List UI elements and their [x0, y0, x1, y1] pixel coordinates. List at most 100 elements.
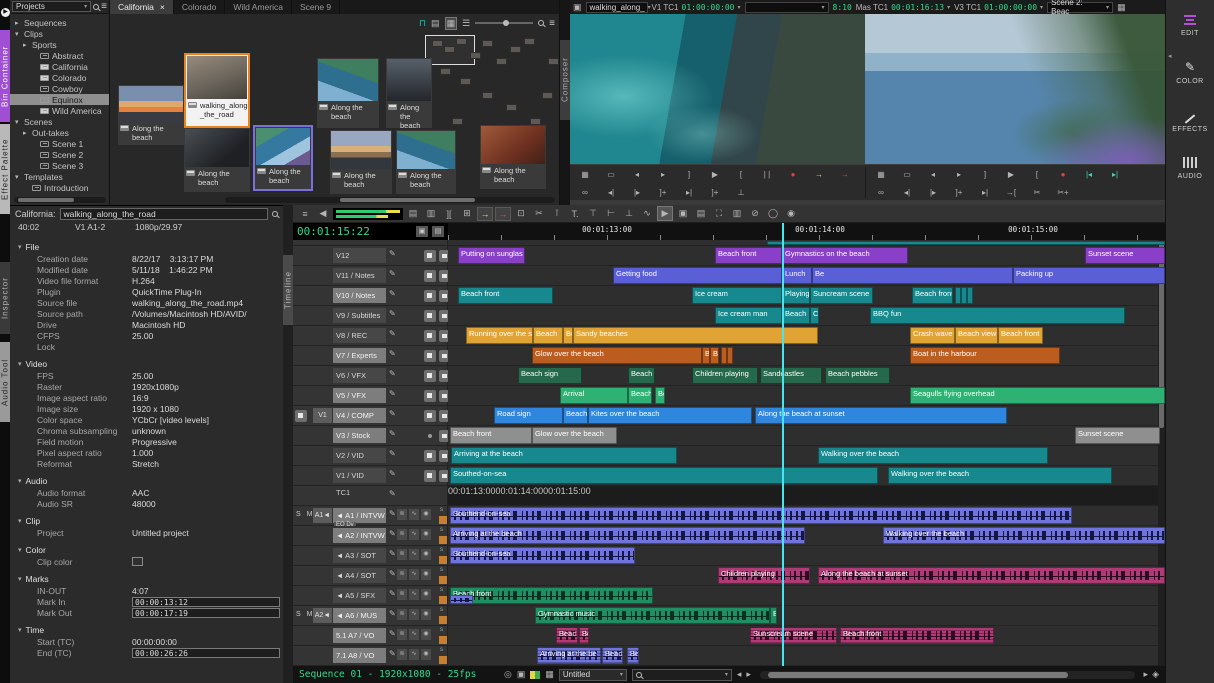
track-select-button[interactable]: V10 / Notes — [333, 288, 386, 303]
pencil-icon[interactable]: ✎ — [389, 389, 396, 398]
gear-button[interactable]: ◉ — [421, 609, 431, 620]
track-lane-a8[interactable]: Arriving at the beBeacBe — [448, 646, 1165, 665]
bin-tab-california[interactable]: California× — [110, 0, 174, 14]
pencil-icon[interactable]: ✎ — [389, 589, 396, 598]
timeline-clip[interactable]: Beach — [563, 407, 588, 424]
fullscreen-icon[interactable]: ▭ — [598, 170, 624, 179]
solo-indicator[interactable]: s — [440, 647, 443, 653]
timeline-clip[interactable]: Packing up — [1013, 267, 1165, 284]
waveform-button[interactable]: ≋ — [397, 509, 407, 520]
timeline-clip[interactable]: Gymnastics on the beach — [782, 247, 908, 264]
pencil-icon[interactable]: ✎ — [389, 429, 396, 438]
record-enable-button[interactable] — [424, 350, 436, 362]
splice-in-icon[interactable]: ][ — [441, 208, 457, 220]
gear-button[interactable]: ◉ — [421, 569, 431, 580]
tree-item-colorado[interactable]: Colorado — [10, 72, 109, 83]
solo-indicator[interactable]: s — [440, 587, 443, 593]
back-frame-icon[interactable]: ◂| — [894, 188, 920, 197]
timeline-clip[interactable]: Gymnastic music — [535, 607, 770, 624]
automation-button[interactable]: ∿ — [409, 549, 419, 560]
pencil-icon[interactable]: ✎ — [389, 369, 396, 378]
step-fwd-icon[interactable]: ▸ — [946, 170, 972, 179]
track-header-vtop[interactable] — [293, 240, 448, 245]
search-icon[interactable] — [272, 211, 278, 217]
track-select-button[interactable]: V1 / VID — [333, 468, 386, 483]
timeline-clip[interactable]: Putting on sunglas — [458, 247, 525, 264]
timeline-clip[interactable]: Arrival — [560, 387, 628, 404]
step-back-icon[interactable]: ◂ — [920, 170, 946, 179]
pointer-tool-icon[interactable]: ▶ — [657, 206, 673, 221]
waveform-button[interactable]: ≋ — [397, 649, 407, 660]
trim-tool-icon[interactable]: ⊺ — [549, 207, 565, 220]
timecode-input[interactable]: 00:00:17:19 — [132, 608, 280, 618]
tree-item-templates[interactable]: ▾Templates — [10, 171, 109, 182]
grid-icon[interactable]: ▦ — [572, 170, 598, 179]
waveform-button[interactable]: ≋ — [397, 609, 407, 620]
track-header-v5[interactable]: V5 / VFX✎ — [293, 386, 448, 405]
mute-indicator[interactable] — [439, 516, 447, 524]
automation-button[interactable]: ∿ — [409, 609, 419, 620]
track-lane-a3[interactable]: Southend-on-sea — [448, 546, 1165, 565]
timeline-clip[interactable]: Be — [812, 267, 1013, 284]
track-select-button[interactable]: V4 / COMP — [333, 408, 386, 423]
track-header-a6[interactable]: S MA2◄◄ A6 / MUS✎≋∿◉s — [293, 606, 448, 625]
mute-indicator[interactable] — [439, 656, 447, 664]
track-header-a5[interactable]: ◄ A5 / SFX✎≋∿◉s — [293, 586, 448, 605]
track-select-button[interactable]: ◄ A3 / SOT — [333, 548, 386, 563]
bin-clip-card[interactable]: Along the beach — [317, 58, 379, 128]
record-icon[interactable]: ● — [1050, 170, 1076, 179]
cut-icon[interactable]: ✂ — [1024, 188, 1050, 197]
record-icon[interactable]: ● — [780, 170, 806, 179]
timeline-clip[interactable]: Lunch — [782, 267, 812, 284]
track-select-button[interactable]: ◄ A1 / INTVW — [333, 508, 386, 523]
track-select-button[interactable]: 5.1 A7 / VO — [333, 628, 386, 643]
source-monitor[interactable] — [570, 14, 865, 164]
solo-indicator[interactable]: s — [440, 607, 443, 613]
timeline-clip[interactable]: Arriving at the beach — [451, 447, 677, 464]
toolbar-toggle-icon[interactable]: ▦ — [1117, 3, 1126, 12]
track-select-button[interactable]: V3 / Stock — [333, 428, 386, 443]
record-enable-button[interactable] — [424, 290, 436, 302]
record-enable-button[interactable] — [424, 330, 436, 342]
record-enable-button[interactable] — [424, 470, 436, 482]
pencil-icon[interactable]: ✎ — [389, 249, 396, 258]
tree-item-out-takes[interactable]: ▸Out-takes — [10, 127, 109, 138]
timeline-clip[interactable]: Walking over the beach — [818, 447, 1048, 464]
menu-icon[interactable]: ≡ — [101, 1, 107, 12]
gear-button[interactable]: ◉ — [421, 629, 431, 640]
track-header-v6[interactable]: V6 / VFX✎ — [293, 366, 448, 385]
timeline-clip[interactable]: Beach — [628, 367, 655, 384]
mute-indicator[interactable] — [439, 556, 447, 564]
scissors-icon[interactable]: ✂ — [531, 207, 547, 220]
bin-clip-card[interactable]: Along the beach — [253, 125, 313, 191]
record-enable-button[interactable] — [424, 450, 436, 462]
timeline-clip[interactable]: Beach — [782, 307, 810, 324]
page-right-icon[interactable]: ▸ — [746, 669, 751, 680]
track-lane-a6[interactable]: Gymnastic musicB — [448, 606, 1165, 625]
workspace-edit[interactable]: EDIT — [1166, 0, 1214, 47]
pencil-icon[interactable]: ✎ — [389, 629, 396, 638]
segment-lift-icon[interactable]: → — [495, 207, 511, 221]
timeline-clip[interactable] — [967, 287, 973, 304]
track-lane-v1[interactable]: Southed-on-seaWalking over the beach — [448, 466, 1165, 485]
timeline-ruler[interactable]: 00:01:13:0000:01:14:0000:01:15:00 — [448, 223, 1165, 240]
play-icon[interactable]: ▶ — [702, 170, 728, 179]
keyframe-icon[interactable]: ◉ — [783, 207, 799, 220]
swap-icon[interactable]: ⊥ — [728, 188, 754, 197]
extract-icon[interactable]: → — [806, 170, 832, 179]
track-select-button[interactable]: V6 / VFX — [333, 368, 386, 383]
track-select-button[interactable]: V9 / Subtitles — [333, 308, 386, 323]
pencil-icon[interactable]: ✎ — [389, 349, 396, 358]
bin-tab-wild-america[interactable]: Wild America — [225, 0, 292, 14]
focus-icon[interactable]: ◎ — [504, 669, 512, 680]
disable-icon[interactable]: ⊘ — [747, 207, 763, 220]
track-header-v4[interactable]: V1V4 / COMP✎ — [293, 406, 448, 425]
track-select-button[interactable]: ◄ A4 / SOT — [333, 568, 386, 583]
timeline-clip[interactable]: Sandcastles — [760, 367, 822, 384]
timeline-clip[interactable] — [450, 595, 473, 604]
lift-icon[interactable]: → — [832, 170, 858, 179]
timeline-clip[interactable]: B — [702, 347, 710, 364]
track-lane-v6[interactable]: Beach signBeachChildren playingSandcastl… — [448, 366, 1165, 385]
pencil-icon[interactable]: ✎ — [389, 289, 396, 298]
gear-button[interactable]: ◉ — [421, 549, 431, 560]
